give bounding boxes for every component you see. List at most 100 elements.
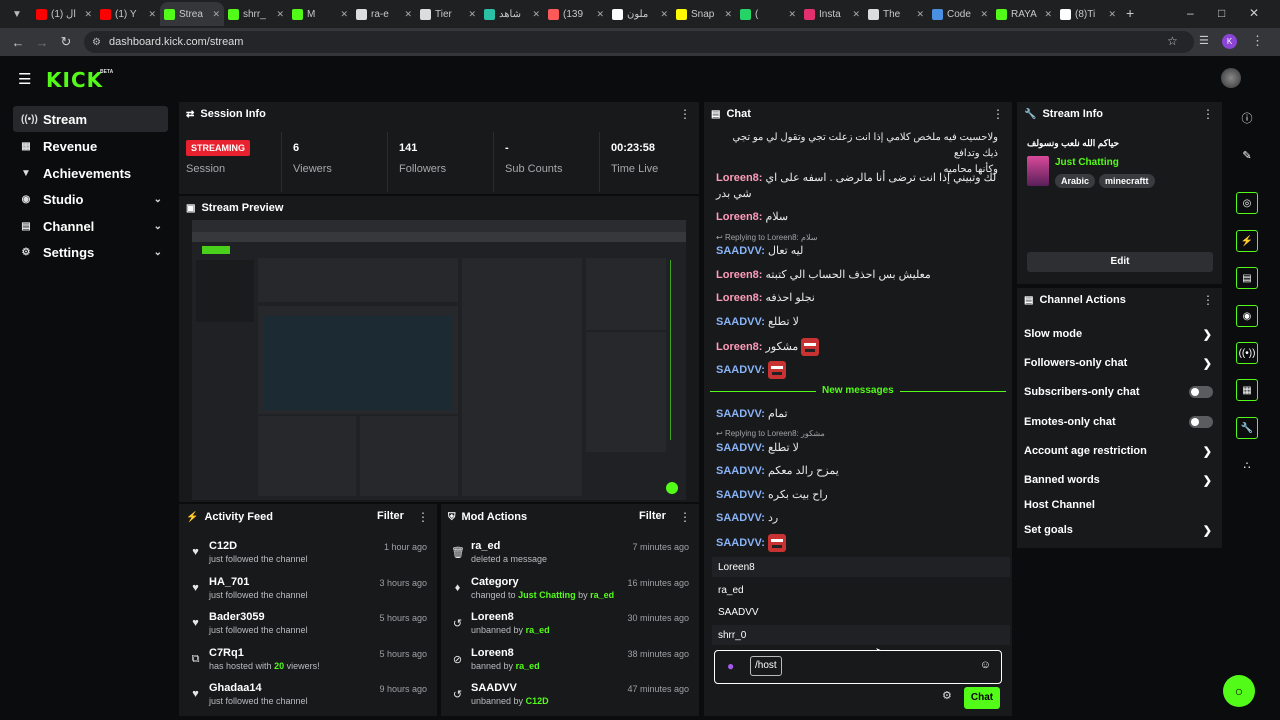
url-bar[interactable]: ⚙ dashboard.kick.com/stream: [84, 31, 1194, 53]
browser-tab[interactable]: (139 ✕: [544, 2, 608, 26]
layout-icon[interactable]: ▦: [1236, 379, 1258, 401]
broadcast-icon[interactable]: ((•)): [1236, 342, 1258, 364]
mod-action-user[interactable]: SAADVV: [471, 682, 517, 694]
tab-close-icon[interactable]: ✕: [276, 9, 284, 20]
browser-tab[interactable]: (✕: [736, 2, 800, 26]
tab-close-icon[interactable]: ✕: [660, 9, 668, 20]
browser-tab[interactable]: (1) Y ✕: [96, 2, 160, 26]
share-nodes-icon[interactable]: ∴: [1236, 454, 1258, 476]
actor-link[interactable]: C12D: [526, 696, 549, 706]
actor-link[interactable]: ra_ed: [590, 590, 614, 600]
chat-settings-gear-icon[interactable]: ⚙: [942, 689, 952, 702]
mention-suggestion[interactable]: shrr_0: [712, 625, 1010, 645]
reply-context[interactable]: ↩ Replying to Loreen8: مشكور: [716, 429, 825, 438]
chat-input-box[interactable]: ● /host ☺: [714, 650, 1002, 684]
activity-user[interactable]: Ghadaa14: [209, 682, 262, 694]
activity-user[interactable]: C7Rq1: [209, 647, 244, 659]
edit-stream-info-button[interactable]: Edit: [1027, 252, 1213, 272]
tab-close-icon[interactable]: ✕: [596, 9, 604, 20]
chat-username[interactable]: SAADVV: [716, 537, 761, 549]
forward-icon[interactable]: →: [30, 35, 54, 50]
tab-close-icon[interactable]: ✕: [148, 9, 156, 20]
tab-close-icon[interactable]: ✕: [980, 9, 988, 20]
bookmark-star-icon[interactable]: ☆: [1167, 34, 1178, 48]
mod-action-user[interactable]: ra_ed: [471, 540, 500, 552]
more-options-icon[interactable]: ⋮: [679, 510, 691, 524]
browser-tab[interactable]: Strea ✕: [160, 2, 224, 26]
chat-username[interactable]: SAADVV: [716, 512, 761, 524]
followers-only-option[interactable]: Followers-only chat ❯: [1024, 352, 1216, 374]
chat-username[interactable]: SAADVV: [716, 489, 761, 501]
microphone-icon[interactable]: ●: [727, 659, 734, 673]
browser-tab[interactable]: M ✕: [288, 2, 352, 26]
actor-link[interactable]: ra_ed: [526, 625, 550, 635]
edit-pencil-icon[interactable]: ✎: [1236, 144, 1258, 166]
stream-preview-video[interactable]: [192, 220, 686, 500]
more-options-icon[interactable]: ⋮: [417, 510, 429, 524]
tab-close-icon[interactable]: ✕: [532, 9, 540, 20]
browser-tab[interactable]: (1) ال ✕: [32, 2, 96, 26]
kick-logo[interactable]: KICK: [46, 68, 103, 92]
browser-tab[interactable]: Code ✕: [928, 2, 992, 26]
chat-username[interactable]: SAADVV: [716, 364, 761, 376]
close-icon[interactable]: ✕: [1249, 6, 1259, 20]
site-info-icon[interactable]: ⚙: [92, 37, 101, 48]
browser-tab[interactable]: ملون ✕: [608, 2, 672, 26]
chat-bubble-icon[interactable]: ◉: [1236, 305, 1258, 327]
browser-tab[interactable]: (8)Ti ✕: [1056, 2, 1120, 26]
hamburger-menu-icon[interactable]: ☰: [18, 70, 31, 88]
sidebar-item-studio[interactable]: ◉ Studio ⌄: [13, 186, 168, 212]
tab-close-icon[interactable]: ✕: [212, 9, 220, 20]
browser-tab[interactable]: shrr_ ✕: [224, 2, 288, 26]
reply-context[interactable]: ↩ Replying to Loreen8: سلام: [716, 233, 817, 242]
new-messages-label[interactable]: New messages: [816, 385, 900, 396]
support-headset-icon[interactable]: ○: [1223, 675, 1255, 707]
tab-close-icon[interactable]: ✕: [1108, 9, 1116, 20]
reload-icon[interactable]: ↻: [54, 34, 78, 50]
tab-close-icon[interactable]: ✕: [84, 9, 92, 20]
sidebar-item-channel[interactable]: ▤ Channel ⌄: [13, 213, 168, 239]
slow-mode-option[interactable]: Slow mode ❯: [1024, 323, 1216, 345]
tab-close-icon[interactable]: ✕: [852, 9, 860, 20]
tab-close-icon[interactable]: ✕: [1044, 9, 1052, 20]
browser-tab[interactable]: The ✕: [864, 2, 928, 26]
sidebar-item-revenue[interactable]: ▦ Revenue: [13, 133, 168, 159]
category-name[interactable]: Just Chatting: [1055, 157, 1119, 168]
chat-username[interactable]: SAADVV: [716, 316, 761, 328]
emotes-only-toggle[interactable]: [1189, 416, 1213, 428]
category-link[interactable]: Just Chatting: [518, 590, 576, 600]
sidebar-item-stream[interactable]: ((•)) Stream: [13, 106, 168, 132]
maximize-icon[interactable]: □: [1218, 6, 1225, 20]
chat-username[interactable]: SAADVV: [716, 245, 761, 257]
mod-action-user[interactable]: Loreen8: [471, 647, 514, 659]
set-goals-option[interactable]: Set goals ❯: [1024, 519, 1216, 541]
mention-suggestion[interactable]: ra_ed: [712, 580, 1010, 600]
camera-focus-icon[interactable]: ◎: [1236, 192, 1258, 214]
mod-action-user[interactable]: Loreen8: [471, 611, 514, 623]
activity-filter-button[interactable]: Filter: [377, 510, 404, 522]
activity-user[interactable]: Bader3059: [209, 611, 265, 623]
activity-user[interactable]: C12D: [209, 540, 237, 552]
category-thumbnail[interactable]: [1027, 156, 1049, 186]
activity-user[interactable]: HA_701: [209, 576, 249, 588]
browser-tab[interactable]: Insta ✕: [800, 2, 864, 26]
chat-username[interactable]: SAADVV: [716, 408, 761, 420]
new-tab-button[interactable]: +: [1126, 5, 1134, 21]
info-icon[interactable]: ⓘ: [1236, 107, 1258, 129]
browser-tab[interactable]: ra-e ✕: [352, 2, 416, 26]
emoji-icon[interactable]: ☺: [980, 659, 991, 671]
chat-username[interactable]: Loreen8: [716, 172, 759, 184]
tab-close-icon[interactable]: ✕: [468, 9, 476, 20]
browser-menu-icon[interactable]: ⋮: [1251, 33, 1264, 49]
banned-words-option[interactable]: Banned words ❯: [1024, 469, 1216, 491]
tab-close-icon[interactable]: ✕: [916, 9, 924, 20]
chat-username[interactable]: SAADVV: [716, 442, 761, 454]
actor-link[interactable]: ra_ed: [516, 661, 540, 671]
more-options-icon[interactable]: ⋮: [992, 107, 1004, 121]
host-channel-option[interactable]: Host Channel: [1024, 494, 1216, 516]
back-icon[interactable]: ←: [6, 35, 30, 50]
browser-tab[interactable]: RAYA ✕: [992, 2, 1056, 26]
browser-tab[interactable]: شاهد ✕: [480, 2, 544, 26]
profile-avatar-icon[interactable]: K: [1222, 34, 1237, 49]
chat-username[interactable]: Loreen8: [716, 211, 759, 223]
